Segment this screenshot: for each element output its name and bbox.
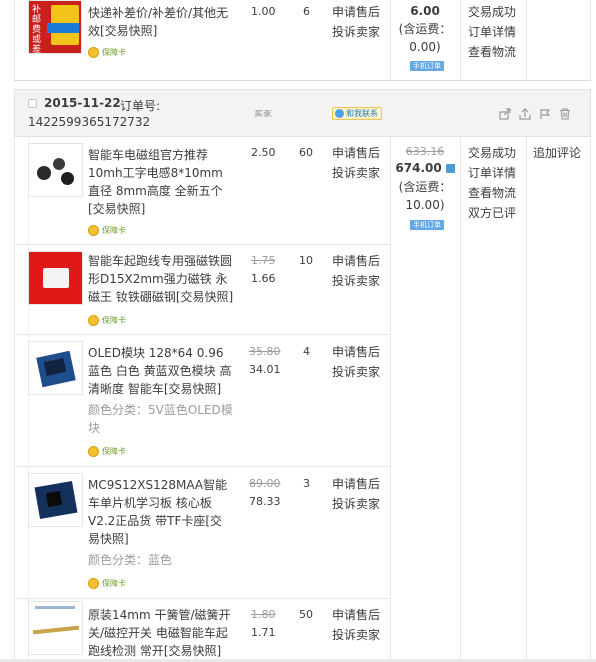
- apply-aftersale-link[interactable]: 申请售后: [332, 605, 380, 625]
- product-thumbnail[interactable]: [28, 601, 83, 655]
- apply-aftersale-link[interactable]: 申请售后: [332, 143, 380, 163]
- original-price: 1.75: [251, 254, 276, 267]
- product-title-link[interactable]: 智能车起跑线专用强磁铁圆形D15X2mm强力磁铁 永磁王 钕铁硼磁钢[交易快照]: [88, 254, 233, 304]
- product-thumbnail[interactable]: [28, 251, 83, 305]
- rated-status-link[interactable]: 双方已评: [468, 203, 516, 223]
- share-icon[interactable]: [499, 108, 511, 120]
- original-price: 35.80: [249, 345, 281, 358]
- quantity: 6: [303, 5, 310, 18]
- mobile-order-tag: 手机订单: [410, 220, 444, 230]
- mobile-order-tag: 手机订单: [410, 61, 444, 71]
- apply-aftersale-link[interactable]: 申请售后: [332, 474, 380, 494]
- sku-attribute: 颜色分类：5V蓝色OLED模块: [88, 403, 233, 435]
- wangwang-label: 和我联系: [346, 109, 378, 118]
- apply-aftersale-link[interactable]: 申请售后: [332, 251, 380, 271]
- product-title-link[interactable]: MC9S12XS128MAA智能车单片机学习板 核心板 V2.2正品货 带TF卡…: [88, 478, 227, 546]
- guarantee-icon: [88, 47, 99, 58]
- product-title-link[interactable]: 智能车电磁组官方推荐10mh工字电感8*10mm直径 8mm高度 全新五个[交易…: [88, 148, 223, 216]
- product-thumbnail[interactable]: [28, 341, 83, 395]
- complain-seller-link[interactable]: 投诉卖家: [332, 362, 380, 382]
- order-date: 2015-11-22: [44, 96, 121, 110]
- product-title-link[interactable]: 原装14mm 干簧管/磁簧开关/磁控开关 电磁智能车起跑线检测 常开[交易快照]: [88, 608, 231, 658]
- original-price: 1.80: [251, 608, 276, 621]
- complain-seller-link[interactable]: 投诉卖家: [332, 271, 380, 291]
- complain-seller-link[interactable]: 投诉卖家: [332, 22, 380, 42]
- unit-price: 1.71: [251, 626, 276, 639]
- thumb-text: 补邮费或差价 ¥1元 补多少拍多少: [32, 5, 42, 54]
- apply-aftersale-link[interactable]: 申请售后: [332, 2, 380, 22]
- guarantee-badge[interactable]: 保障卡: [88, 46, 126, 59]
- guarantee-badge[interactable]: 保障卡: [88, 445, 126, 458]
- flag-icon[interactable]: [539, 108, 551, 120]
- guarantee-icon: [88, 446, 99, 457]
- add-review-link[interactable]: 追加评论: [533, 143, 581, 163]
- trash-icon[interactable]: [559, 108, 571, 120]
- guarantee-icon: [88, 578, 99, 589]
- guarantee-label: 保障卡: [102, 447, 126, 456]
- guarantee-badge[interactable]: 保障卡: [88, 577, 126, 590]
- wangwang-icon: [335, 109, 344, 118]
- guarantee-label: 保障卡: [102, 579, 126, 588]
- order-detail-link[interactable]: 订单详情: [468, 163, 516, 183]
- upload-icon[interactable]: [519, 108, 531, 120]
- seller-name[interactable]: 卖家: [254, 110, 272, 118]
- original-price: 89.00: [249, 477, 281, 490]
- order-number-label: 订单号:: [120, 99, 161, 113]
- quantity: 50: [299, 608, 313, 621]
- guarantee-badge[interactable]: 保障卡: [88, 314, 126, 327]
- product-thumbnail[interactable]: [28, 473, 83, 527]
- price-change-icon[interactable]: [445, 164, 455, 173]
- complain-seller-link[interactable]: 投诉卖家: [332, 163, 380, 183]
- quantity: 10: [299, 254, 313, 267]
- order-detail-link[interactable]: 订单详情: [468, 22, 516, 42]
- wangwang-contact-button[interactable]: 和我联系: [332, 107, 382, 120]
- unit-price: 34.01: [249, 363, 281, 376]
- complain-seller-link[interactable]: 投诉卖家: [332, 494, 380, 514]
- unit-price: 1.00: [251, 5, 276, 18]
- unit-price: 2.50: [251, 146, 276, 159]
- status-text: 交易成功: [468, 146, 517, 160]
- guarantee-icon: [88, 225, 99, 236]
- shipping-note: (含运费：10.00): [398, 180, 452, 212]
- product-thumbnail[interactable]: [28, 143, 83, 197]
- guarantee-label: 保障卡: [102, 48, 126, 57]
- select-order-checkbox[interactable]: [28, 99, 37, 108]
- guarantee-label: 保障卡: [102, 316, 126, 325]
- order-total: 674.00: [395, 161, 442, 175]
- unit-price: 78.33: [249, 495, 281, 508]
- apply-aftersale-link[interactable]: 申请售后: [332, 342, 380, 362]
- guarantee-icon: [88, 315, 99, 326]
- view-logistics-link[interactable]: 查看物流: [468, 42, 516, 62]
- guarantee-badge[interactable]: 保障卡: [88, 224, 126, 237]
- order-number: 1422599365172732: [28, 115, 151, 129]
- view-logistics-link[interactable]: 查看物流: [468, 183, 516, 203]
- quantity: 4: [303, 345, 310, 358]
- guarantee-label: 保障卡: [102, 226, 126, 235]
- quantity: 3: [303, 477, 310, 490]
- unit-price: 1.66: [251, 272, 276, 285]
- order-original-total: 633.16: [405, 145, 445, 158]
- complain-seller-link[interactable]: 投诉卖家: [332, 625, 380, 645]
- status-text: 交易成功: [468, 5, 517, 19]
- quantity: 60: [299, 146, 313, 159]
- order-total: 6.00: [410, 4, 440, 18]
- sku-attribute: 颜色分类：蓝色: [88, 553, 173, 567]
- product-title-link[interactable]: OLED模块 128*64 0.96 蓝色 白色 黄蓝双色模块 高清晰度 智能车…: [88, 346, 231, 396]
- product-thumbnail[interactable]: 补邮费或差价 ¥1元 补多少拍多少: [28, 0, 82, 54]
- shipping-note: (含运费：0.00): [398, 22, 452, 54]
- product-title-link[interactable]: 快递补差价/补差价/其他无效[交易快照]: [88, 6, 228, 38]
